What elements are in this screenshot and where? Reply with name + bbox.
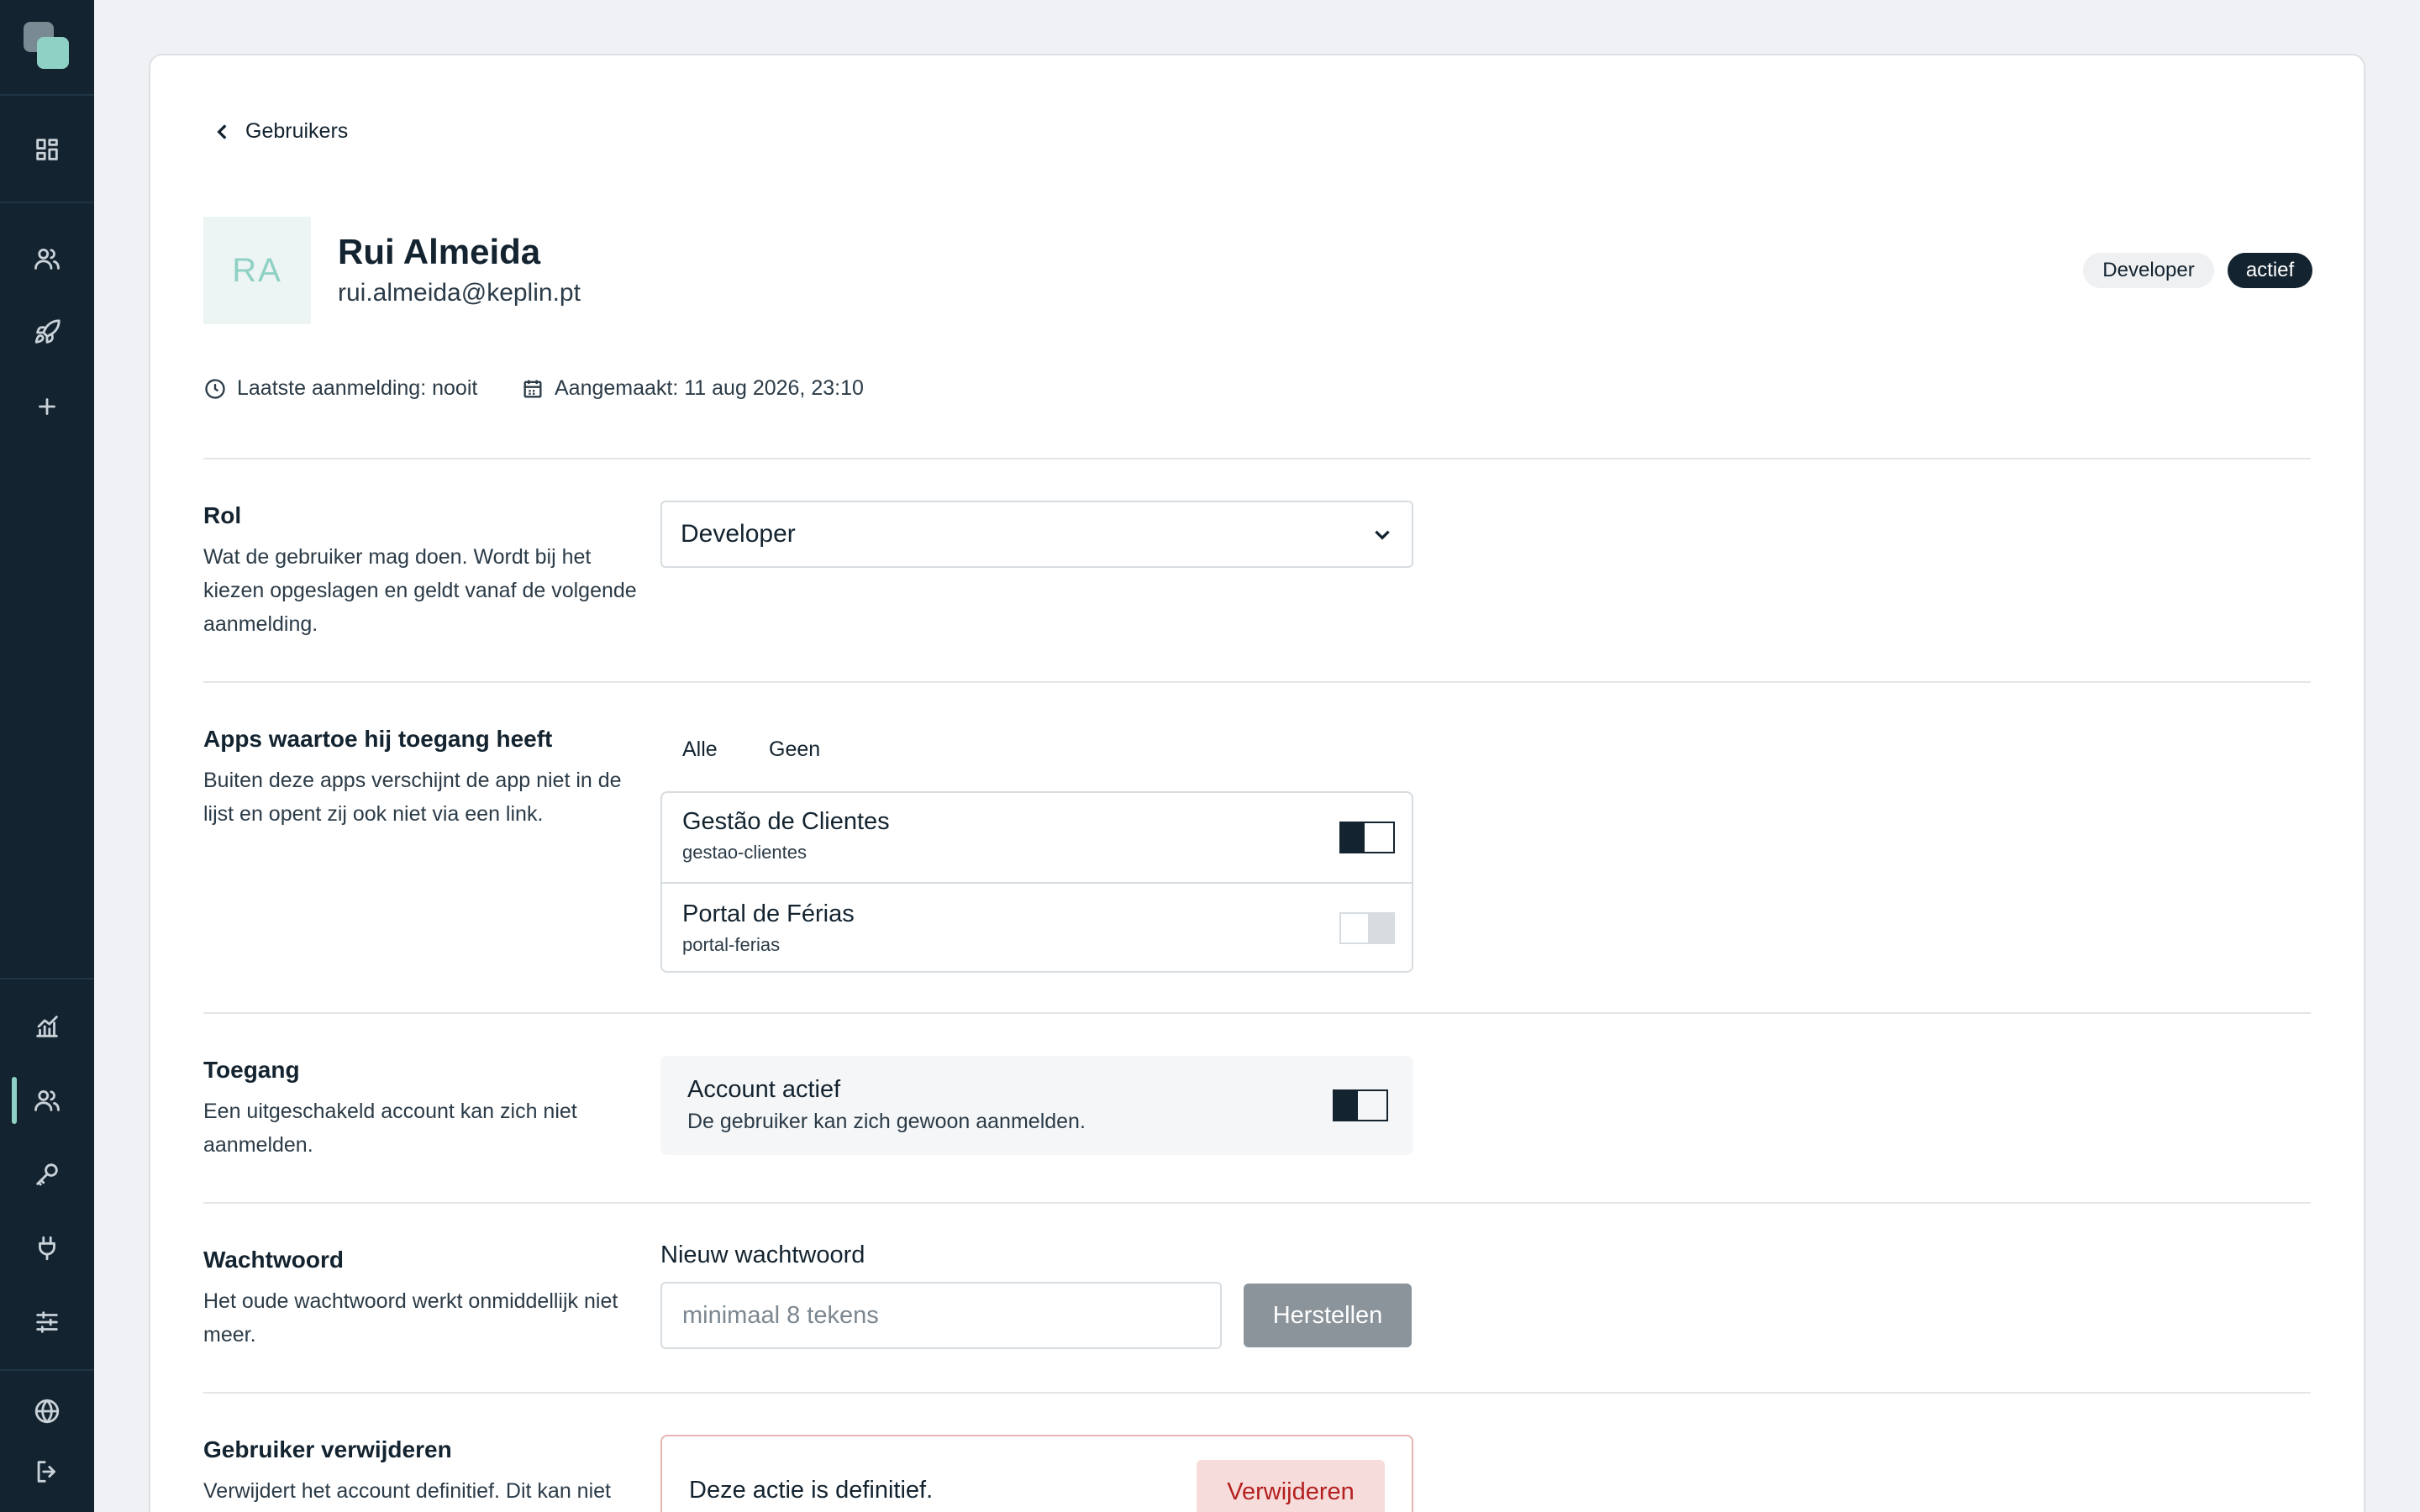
active-indicator	[12, 1077, 17, 1124]
plug-icon[interactable]	[30, 1231, 64, 1265]
section-divider	[203, 458, 2311, 459]
password-section-title: Wachtwoord	[203, 1247, 344, 1273]
app-name: Portal de Férias	[682, 900, 855, 927]
sidebar	[0, 0, 94, 1512]
key-icon[interactable]	[30, 1158, 64, 1191]
sliders-icon[interactable]	[30, 1305, 64, 1339]
analytics-icon[interactable]	[30, 1010, 64, 1043]
app-name: Gestão de Clientes	[682, 808, 890, 835]
role-section-title: Rol	[203, 502, 242, 528]
breadcrumb-back-link[interactable]: Gebruikers	[212, 119, 348, 144]
role-select-value: Developer	[681, 520, 796, 548]
status-badge: actief	[2228, 253, 2312, 288]
dashboard-icon[interactable]	[30, 133, 64, 166]
app-access-toggle[interactable]	[1339, 822, 1395, 853]
avatar-initials: RA	[232, 251, 282, 289]
users-icon[interactable]	[30, 242, 64, 276]
last-login-text: Laatste aanmelding: nooit	[237, 376, 478, 400]
section-divider	[203, 1202, 2311, 1204]
app-slug: portal-ferias	[682, 934, 781, 955]
created-meta: Aangemaakt: 11 aug 2026, 23:10	[521, 376, 864, 401]
reset-password-button[interactable]: Herstellen	[1244, 1284, 1412, 1347]
globe-icon[interactable]	[30, 1394, 64, 1428]
select-no-apps-button[interactable]: Geen	[769, 738, 820, 762]
app-access-toggle[interactable]	[1339, 912, 1395, 944]
select-all-apps-button[interactable]: Alle	[682, 738, 718, 762]
users-icon[interactable]	[30, 1084, 64, 1117]
new-password-label: Nieuw wachtwoord	[660, 1242, 865, 1268]
created-text: Aangemaakt: 11 aug 2026, 23:10	[555, 376, 864, 400]
sidebar-divider	[0, 202, 94, 203]
role-badge: Developer	[2083, 253, 2214, 288]
delete-user-button[interactable]: Verwijderen	[1197, 1460, 1385, 1512]
account-active-title: Account actief	[687, 1076, 841, 1103]
calendar-icon	[523, 380, 542, 397]
account-active-box: Account actief De gebruiker kan zich gew…	[660, 1056, 1413, 1155]
apps-section-description: Buiten deze apps verschijnt de app niet …	[203, 769, 622, 826]
sidebar-divider	[0, 1369, 94, 1371]
chevron-left-icon	[217, 123, 227, 139]
delete-section-description: Verwijdert het account definitief. Dit k…	[203, 1479, 611, 1503]
section-divider	[203, 1012, 2311, 1014]
user-name: Rui Almeida	[338, 232, 541, 271]
apps-list: Gestão de Clientes gestao-clientes Porta…	[660, 791, 1413, 973]
apps-section-title: Apps waartoe hij toegang heeft	[203, 726, 553, 752]
last-login-meta: Laatste aanmelding: nooit	[203, 376, 477, 401]
clock-icon	[205, 378, 225, 399]
back-link-label: Gebruikers	[245, 119, 349, 143]
app-row: Gestão de Clientes gestao-clientes	[662, 793, 1412, 882]
plus-icon[interactable]	[30, 390, 64, 423]
role-select[interactable]: Developer	[660, 501, 1413, 568]
app-row: Portal de Férias portal-ferias	[662, 882, 1412, 971]
app-logo[interactable]	[24, 22, 71, 69]
user-email: rui.almeida@keplin.pt	[338, 279, 581, 307]
access-section-title: Toegang	[203, 1057, 300, 1083]
chevron-down-icon	[1375, 530, 1390, 540]
rocket-icon[interactable]	[30, 316, 64, 349]
password-section-description: Het oude wachtwoord werkt onmiddellijk n…	[203, 1289, 618, 1347]
section-divider	[203, 1392, 2311, 1394]
delete-warning-text: Deze actie is definitief.	[689, 1477, 934, 1504]
new-password-input[interactable]	[660, 1282, 1222, 1349]
access-section-description: Een uitgeschakeld account kan zich niet …	[203, 1100, 577, 1157]
sidebar-divider	[0, 94, 94, 96]
app-slug: gestao-clientes	[682, 842, 807, 863]
account-active-toggle[interactable]	[1333, 1089, 1388, 1121]
logout-icon[interactable]	[30, 1455, 64, 1488]
account-active-description: De gebruiker kan zich gewoon aanmelden.	[687, 1110, 1086, 1133]
delete-user-box: Deze actie is definitief. Verwijderen	[660, 1435, 1413, 1512]
delete-section-title: Gebruiker verwijderen	[203, 1436, 452, 1462]
sidebar-divider	[0, 978, 94, 979]
section-divider	[203, 681, 2311, 683]
avatar: RA	[203, 217, 311, 324]
role-section-description: Wat de gebruiker mag doen. Wordt bij het…	[203, 545, 637, 636]
